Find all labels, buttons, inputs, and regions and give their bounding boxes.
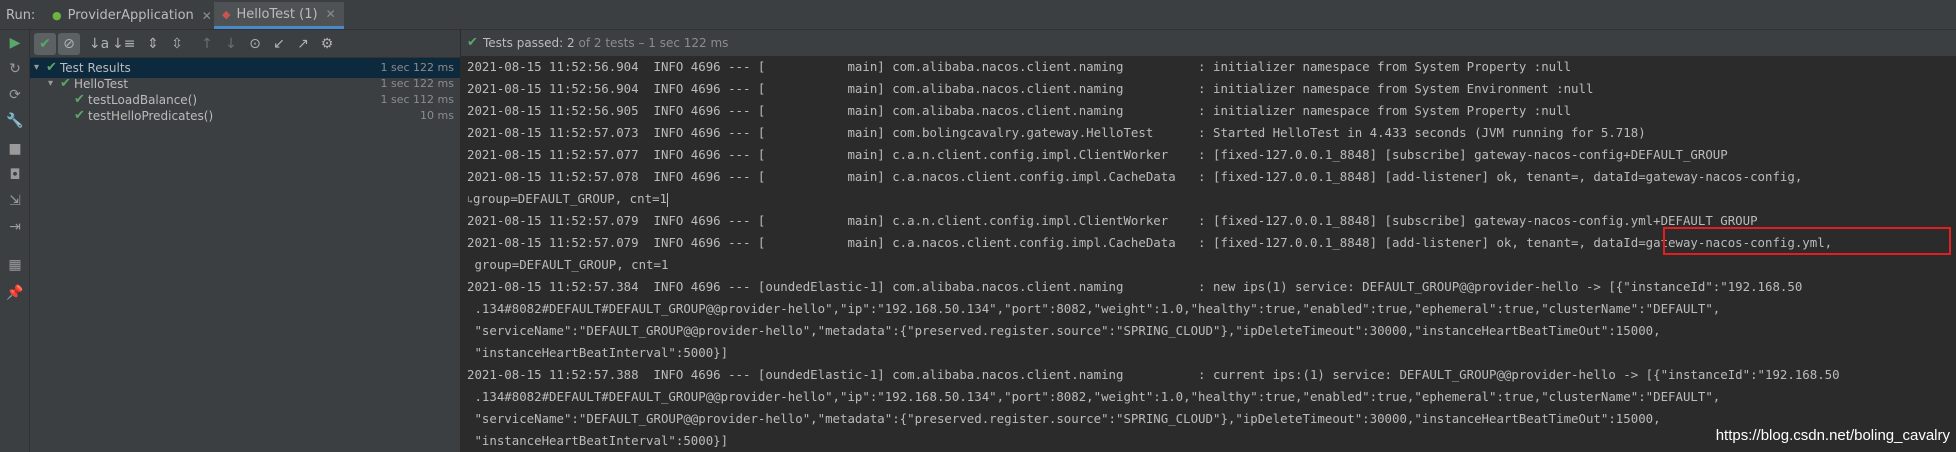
console-line: 2021-08-15 11:52:57.078 INFO 4696 --- [ … (467, 169, 1803, 184)
sort-alphabetically-icon[interactable]: ↓a (88, 33, 110, 55)
previous-failed-icon[interactable]: ↑ (196, 33, 218, 55)
run-tool-window-header: Run: ● ProviderApplication ✕ ◆ HelloTest… (0, 0, 1956, 30)
console-line: .134#8082#DEFAULT#DEFAULT_GROUP@@provide… (467, 389, 1721, 404)
tab-label: ProviderApplication (67, 8, 194, 23)
console-line: .134#8082#DEFAULT#DEFAULT_GROUP@@provide… (467, 301, 1721, 316)
pin-icon[interactable]: 📌 (6, 284, 24, 302)
toggle-auto-test-icon[interactable]: ⟳ (6, 86, 24, 104)
watermark: https://blog.csdn.net/boling_cavalry (1715, 427, 1950, 444)
console-line: "instanceHeartBeatInterval":5000}] (467, 433, 729, 448)
export-tests-icon[interactable]: ↗ (292, 33, 314, 55)
close-icon[interactable]: ✕ (202, 9, 212, 23)
layout-icon[interactable]: ▦ (6, 256, 24, 274)
history-icon[interactable]: ⊙ (244, 33, 266, 55)
tree-node-testhellopredicates[interactable]: ✔ testHelloPredicates() 10 ms (30, 106, 460, 126)
dump-threads-icon[interactable]: ⇲ (6, 192, 24, 210)
console-line: 2021-08-15 11:52:57.388 INFO 4696 --- [o… (467, 367, 1840, 382)
collapse-all-icon[interactable]: ⇳ (166, 33, 188, 55)
tab-provider-application[interactable]: ● ProviderApplication ✕ (44, 2, 220, 29)
test-results-tree: ▾ ✔ Test Results 1 sec 122 ms ▾ ✔ HelloT… (30, 58, 460, 452)
tab-label: HelloTest (1) (236, 6, 318, 22)
console-output[interactable]: 2021-08-15 11:52:56.904 INFO 4696 --- [ … (461, 56, 1956, 452)
console-line-wrapped: ↳group=DEFAULT_GROUP, cnt=1 (467, 188, 668, 210)
console-line: 2021-08-15 11:52:57.079 INFO 4696 --- [ … (467, 213, 1758, 228)
rerun-failed-icon[interactable]: ↻ (6, 60, 24, 78)
console-line: "serviceName":"DEFAULT_GROUP@@provider-h… (467, 323, 1661, 338)
console-line: "serviceName":"DEFAULT_GROUP@@provider-h… (467, 411, 1661, 426)
test-status-bar: ✔ Tests passed: 2 of 2 tests – 1 sec 122… (461, 30, 1956, 58)
console-line: 2021-08-15 11:52:56.905 INFO 4696 --- [ … (467, 103, 1572, 118)
console-line: 2021-08-15 11:52:57.384 INFO 4696 --- [o… (467, 279, 1803, 294)
sort-by-duration-icon[interactable]: ↓≡ (112, 33, 135, 55)
gear-icon[interactable]: ⚙ (316, 33, 338, 55)
console-line: 2021-08-15 11:52:56.904 INFO 4696 --- [ … (467, 81, 1594, 96)
text-cursor (667, 192, 668, 207)
test-config-icon: ◆ (222, 7, 231, 21)
console-line: "instanceHeartBeatInterval":5000}] (467, 345, 729, 360)
annotation-highlight-box (1663, 227, 1951, 255)
tab-hellotest[interactable]: ◆ HelloTest (1) ✕ (214, 2, 344, 29)
rerun-icon[interactable]: ▶ (6, 34, 24, 52)
status-suffix: of 2 tests – 1 sec 122 ms (578, 36, 729, 50)
passed-check-icon: ✔ (74, 108, 85, 123)
tree-node-label: testHelloPredicates() (88, 109, 214, 123)
spring-boot-icon: ● (52, 9, 62, 22)
import-tests-icon[interactable]: ↙ (268, 33, 290, 55)
expand-all-icon[interactable]: ⇕ (142, 33, 164, 55)
console-line-text: group=DEFAULT_GROUP, cnt=1 (473, 191, 667, 206)
console-line: 2021-08-15 11:52:56.904 INFO 4696 --- [ … (467, 59, 1572, 74)
status-count: 2 (567, 36, 575, 50)
console-line: group=DEFAULT_GROUP, cnt=1 (467, 257, 669, 272)
exit-icon[interactable]: ⇥ (6, 218, 24, 236)
show-passed-icon[interactable]: ✔ (34, 33, 56, 55)
console-line: 2021-08-15 11:52:57.079 INFO 4696 --- [ … (467, 235, 1833, 250)
show-ignored-icon[interactable]: ⊘ (58, 33, 80, 55)
stop-icon[interactable]: ■ (6, 140, 24, 158)
settings-icon[interactable]: 🔧 (6, 112, 24, 130)
test-tree-toolbar: ✔ ⊘ ↓a ↓≡ ⇕ ⇳ ↑ ↓ ⊙ ↙ ↗ ⚙ (30, 30, 460, 58)
run-label: Run: (6, 8, 36, 23)
close-icon[interactable]: ✕ (326, 7, 336, 21)
camera-icon[interactable]: ◘ (6, 166, 24, 184)
next-failed-icon[interactable]: ↓ (220, 33, 242, 55)
status-text: Tests passed: 2 of 2 tests – 1 sec 122 m… (483, 36, 728, 50)
console-line: 2021-08-15 11:52:57.077 INFO 4696 --- [ … (467, 147, 1728, 162)
status-prefix: Tests passed: (483, 36, 564, 50)
tree-node-time: 10 ms (420, 109, 454, 122)
console-line: 2021-08-15 11:52:57.073 INFO 4696 --- [ … (467, 125, 1646, 140)
run-side-toolbar: ▶ ↻ ⟳ 🔧 ■ ◘ ⇲ ⇥ ▦ 📌 (0, 30, 30, 452)
passed-check-icon: ✔ (467, 35, 478, 50)
